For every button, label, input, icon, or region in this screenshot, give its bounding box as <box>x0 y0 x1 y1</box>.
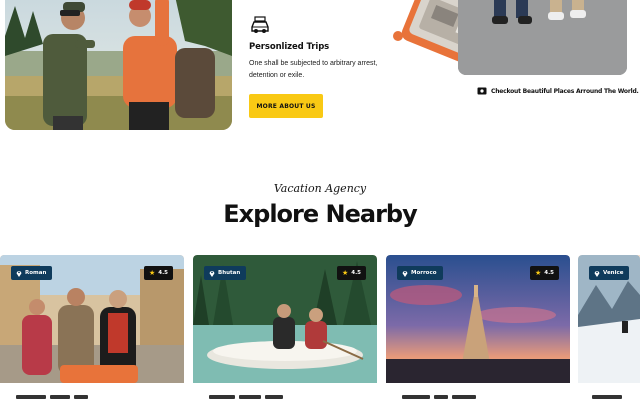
rating-value: 4.5 <box>544 270 554 276</box>
checkout-text: Checkout Beautiful Places Arround The Wo… <box>491 87 639 95</box>
rating-badge: ★ 4.5 <box>143 266 173 280</box>
rating-value: 4.5 <box>351 270 361 276</box>
personalized-trips-feature: Personlized Trips One shall be subjected… <box>249 14 379 82</box>
location-name: Roman <box>25 270 47 276</box>
location-badge: Bhutan <box>204 266 247 280</box>
rating-value: 4.5 <box>158 270 168 276</box>
card-title-cropped <box>209 395 283 399</box>
pin-icon <box>402 270 408 277</box>
star-icon: ★ <box>341 268 349 277</box>
car-icon <box>251 16 269 33</box>
feature-description: One shall be subjected to arbitrary arre… <box>249 60 378 79</box>
road-walkers-photo <box>458 0 627 75</box>
rating-badge: ★ 4.5 <box>336 266 366 280</box>
destination-card-venice[interactable]: Venice <box>578 255 640 400</box>
location-name: Venice <box>603 270 624 276</box>
feature-title: Personlized Trips <box>249 42 330 52</box>
pin-icon <box>594 270 600 277</box>
location-name: Morroco <box>411 270 437 276</box>
rating-badge: ★ 4.5 <box>529 266 559 280</box>
location-badge: Morroco <box>397 266 443 280</box>
checkout-tagline: Checkout Beautiful Places Arround The Wo… <box>477 86 639 96</box>
destination-card-roman[interactable]: Roman ★ 4.5 <box>0 255 184 400</box>
star-icon: ★ <box>534 268 542 277</box>
card-title-cropped <box>592 395 622 399</box>
section-title: Explore Nearby <box>223 200 417 228</box>
card-title-cropped <box>402 395 476 399</box>
card-title-cropped <box>16 395 88 399</box>
destination-card-morroco[interactable]: Morroco ★ 4.5 <box>386 255 570 400</box>
destination-card-bhutan[interactable]: Bhutan ★ 4.5 <box>193 255 377 400</box>
hero-couple-photo <box>5 0 232 130</box>
location-badge: Roman <box>11 266 53 280</box>
star-icon: ★ <box>148 268 156 277</box>
map-icon <box>477 87 487 95</box>
section-eyebrow: Vacation Agency <box>273 182 367 195</box>
location-name: Bhutan <box>218 270 241 276</box>
more-about-us-button[interactable]: MORE ABOUT US <box>249 94 323 118</box>
pin-icon <box>209 270 215 277</box>
pin-icon <box>16 270 22 277</box>
location-badge: Venice <box>589 266 630 280</box>
destination-cards: Roman ★ 4.5 Bhutan ★ 4.5 Morroco ★ 4.5 V… <box>0 255 640 400</box>
